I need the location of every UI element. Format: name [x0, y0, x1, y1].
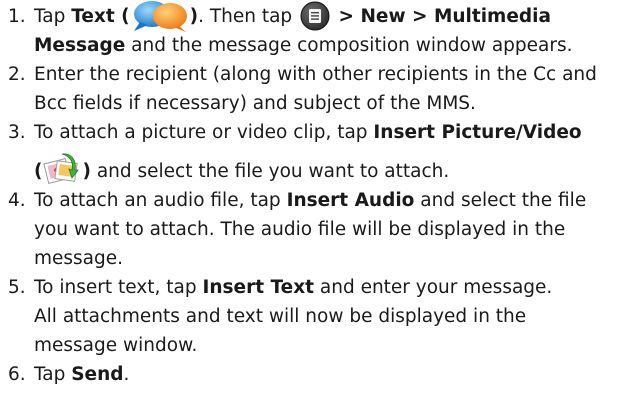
step-text: Enter the recipient (along with other re…	[34, 64, 597, 114]
step-text-part: To attach an audio file, tap	[34, 190, 287, 211]
instruction-document: 1. Tap Text (). Then tap > New > Multim…	[0, 0, 618, 405]
step-number: 2.	[8, 64, 26, 85]
step-body: Tap Send.	[34, 360, 612, 389]
step-text: ( ) and select the file you want to atta…	[34, 153, 612, 186]
step-text-part: . Then tap	[198, 6, 299, 27]
step-body: Tap Text (). Then tap > New > Multimedi…	[34, 0, 612, 60]
step-text-part: and enter your message.	[314, 277, 553, 298]
step-number: 6.	[8, 364, 26, 385]
insert-text-label: Insert Text	[202, 277, 314, 298]
step-text: All attachments and text will now be dis…	[34, 306, 527, 356]
step-1: 1. Tap Text (). Then tap > New > Multim…	[8, 0, 612, 60]
step-text: Tap Send.	[34, 360, 612, 389]
step-3: 3. To attach a picture or video clip, ta…	[8, 118, 612, 186]
step-text-part: To attach a picture or video clip, tap	[34, 122, 374, 143]
step-2: 2. Enter the recipient (along with other…	[8, 60, 612, 118]
insert-picture-video-label: Insert Picture/Video	[373, 122, 582, 143]
step-6: 6. Tap Send.	[8, 360, 612, 389]
step-text-part: Tap	[34, 6, 72, 27]
step-body: To insert text, tap Insert Text and ente…	[34, 273, 612, 360]
step-text: Tap Text (). Then tap > New > Multimedi…	[34, 0, 612, 60]
insert-picture-icon	[42, 148, 82, 188]
step-number: 1.	[8, 6, 26, 27]
text-app-label: Text (	[71, 6, 130, 27]
steps-list: 1. Tap Text (). Then tap > New > Multim…	[8, 0, 612, 389]
insert-audio-label: Insert Audio	[286, 190, 415, 211]
step-4: 4. To attach an audio file, tap Insert A…	[8, 186, 612, 273]
step-body: Enter the recipient (along with other re…	[34, 60, 612, 118]
icon-close-paren: )	[82, 161, 91, 182]
step-body: To attach an audio file, tap Insert Audi…	[34, 186, 612, 273]
step-5: 5. To insert text, tap Insert Text and e…	[8, 273, 612, 360]
step-text: To attach an audio file, tap Insert Audi…	[34, 186, 612, 273]
step-text: To attach a picture or video clip, tap I…	[34, 118, 612, 147]
step-number: 4.	[8, 190, 26, 211]
icon-open-paren: (	[34, 161, 43, 182]
step-text-part: and select the file you want to attach.	[90, 161, 450, 182]
step-text: To insert text, tap Insert Text and ente…	[34, 273, 612, 302]
step-text-part: To insert text, tap	[34, 277, 203, 298]
step-text-part: and the message composition window appea…	[125, 35, 573, 56]
step-body: To attach a picture or video clip, tap I…	[34, 118, 612, 186]
menu-icon	[300, 1, 330, 31]
step-text-part: Tap	[34, 364, 72, 385]
step-number: 3.	[8, 122, 26, 143]
step-text-part: .	[123, 364, 130, 385]
send-label: Send	[71, 364, 124, 385]
step-number: 5.	[8, 277, 26, 298]
speech-bubbles-icon	[128, 0, 192, 34]
